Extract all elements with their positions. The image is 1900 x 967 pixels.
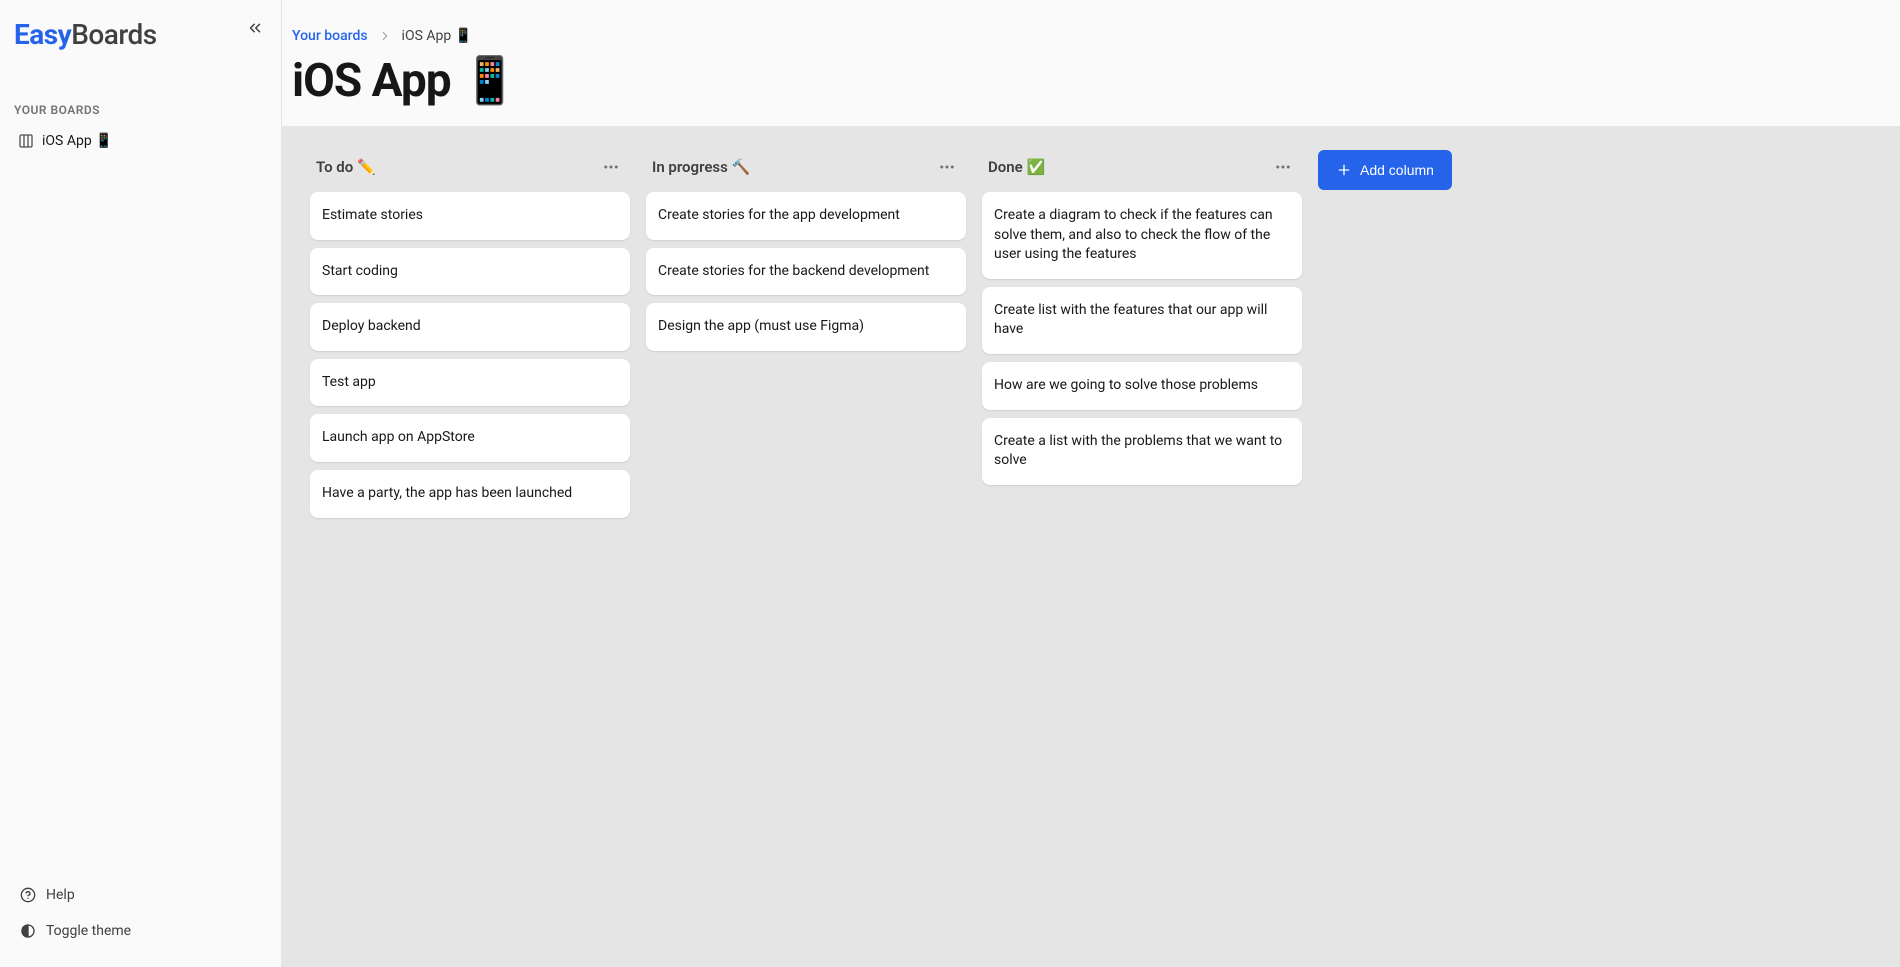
help-label: Help	[46, 887, 75, 903]
board-scroll-area[interactable]: To do ✏️ Estimate stories Start coding Depl…	[282, 126, 1900, 967]
column-header: Done ✅	[982, 150, 1302, 192]
card-list: Create stories for the app development Cr…	[646, 192, 966, 351]
app-logo[interactable]: EasyBoards	[14, 18, 267, 51]
card[interactable]: Create list with the features that our a…	[982, 287, 1302, 354]
plus-icon	[1336, 162, 1352, 178]
column: In progress 🔨 Create stories for the app …	[646, 150, 966, 351]
help-button[interactable]: Help	[14, 879, 267, 911]
chevron-right-icon	[378, 29, 392, 43]
board-icon	[18, 133, 34, 149]
header-area: Your boards iOS App 📱 iOS App 📱	[282, 0, 1900, 126]
column: Done ✅ Create a diagram to check if the f…	[982, 150, 1302, 485]
card[interactable]: Create stories for the app development	[646, 192, 966, 240]
card[interactable]: How are we going to solve those problems	[982, 362, 1302, 410]
card[interactable]: Start coding	[310, 248, 630, 296]
sidebar: EasyBoards YOUR BOARDS iOS App 📱 Help To…	[0, 0, 282, 967]
toggle-theme-button[interactable]: Toggle theme	[14, 915, 267, 947]
theme-label: Toggle theme	[46, 923, 131, 939]
column-menu-button[interactable]	[936, 156, 958, 178]
add-column-button[interactable]: Add column	[1318, 150, 1452, 190]
card[interactable]: Estimate stories	[310, 192, 630, 240]
chevrons-left-icon	[246, 19, 264, 37]
board: To do ✏️ Estimate stories Start coding Depl…	[310, 150, 1872, 518]
card[interactable]: Design the app (must use Figma)	[646, 303, 966, 351]
theme-icon	[20, 923, 36, 939]
column-header: To do ✏️	[310, 150, 630, 192]
breadcrumb: Your boards iOS App 📱	[292, 28, 1872, 44]
help-icon	[20, 887, 36, 903]
column-title: In progress 🔨	[652, 158, 750, 176]
card[interactable]: Launch app on AppStore	[310, 414, 630, 462]
card[interactable]: Test app	[310, 359, 630, 407]
add-column-label: Add column	[1360, 162, 1434, 178]
card[interactable]: Create a diagram to check if the feature…	[982, 192, 1302, 279]
column-title: To do ✏️	[316, 158, 376, 176]
column-menu-button[interactable]	[1272, 156, 1294, 178]
breadcrumb-root-link[interactable]: Your boards	[292, 28, 368, 44]
sidebar-section-label: YOUR BOARDS	[14, 103, 267, 117]
more-horizontal-icon	[1274, 158, 1292, 176]
more-horizontal-icon	[938, 158, 956, 176]
sidebar-collapse-button[interactable]	[243, 16, 267, 40]
logo-part-2: Boards	[71, 18, 156, 51]
more-horizontal-icon	[602, 158, 620, 176]
card[interactable]: Create stories for the backend developme…	[646, 248, 966, 296]
main-content: Your boards iOS App 📱 iOS App 📱 To do ✏️…	[282, 0, 1900, 967]
column-menu-button[interactable]	[600, 156, 622, 178]
sidebar-item-ios-app[interactable]: iOS App 📱	[14, 127, 267, 155]
card[interactable]: Deploy backend	[310, 303, 630, 351]
column-header: In progress 🔨	[646, 150, 966, 192]
sidebar-footer: Help Toggle theme	[14, 879, 267, 953]
column-title: Done ✅	[988, 158, 1045, 176]
page-title: iOS App 📱	[292, 54, 1872, 108]
card-list: Estimate stories Start coding Deploy backe…	[310, 192, 630, 518]
breadcrumb-current: iOS App 📱	[402, 28, 473, 44]
column: To do ✏️ Estimate stories Start coding Depl…	[310, 150, 630, 518]
logo-part-1: Easy	[14, 18, 71, 51]
card[interactable]: Have a party, the app has been launched	[310, 470, 630, 518]
sidebar-item-label: iOS App 📱	[42, 133, 113, 149]
card[interactable]: Create a list with the problems that we …	[982, 418, 1302, 485]
card-list: Create a diagram to check if the feature…	[982, 192, 1302, 485]
